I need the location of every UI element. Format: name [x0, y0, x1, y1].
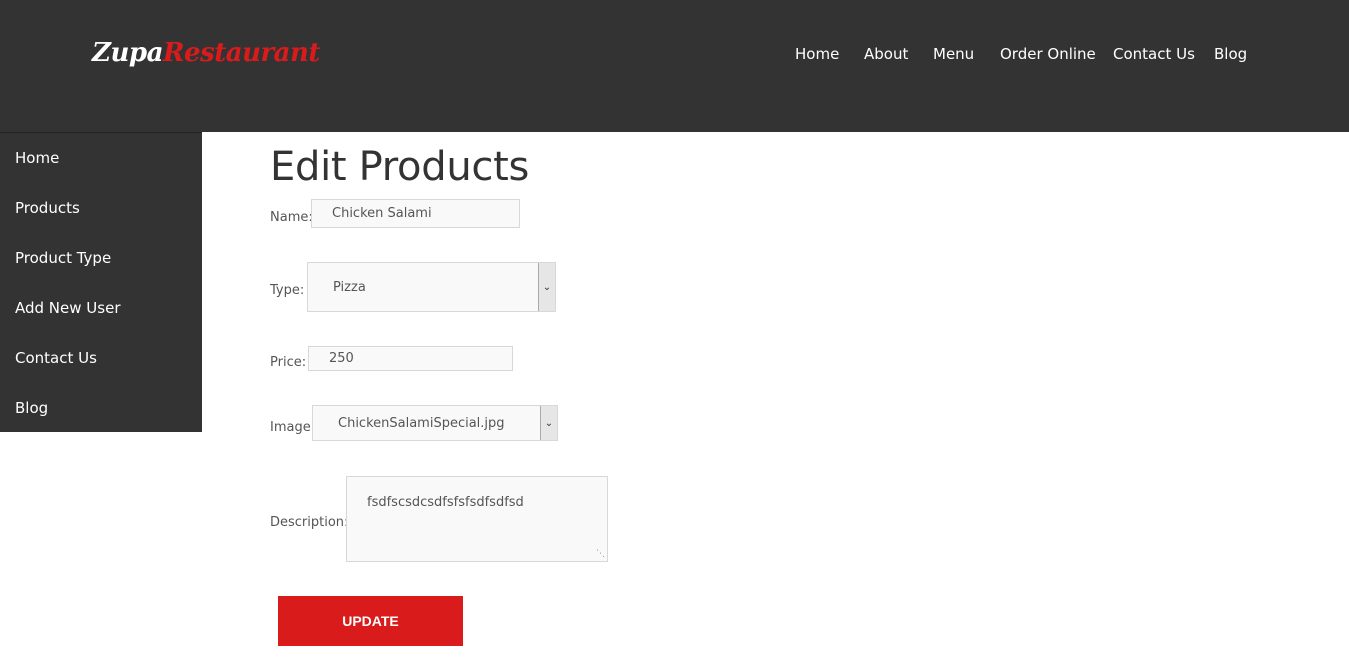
- header-bar: ZupaRestaurant Home About Menu Order Onl…: [0, 0, 1349, 132]
- resize-handle-icon[interactable]: ⋱: [596, 550, 605, 559]
- name-input-value: Chicken Salami: [332, 206, 432, 221]
- topnav-menu-link[interactable]: Menu: [933, 45, 974, 63]
- sidebar-item-add-new-user[interactable]: Add New User: [15, 299, 120, 317]
- sidebar-item-blog[interactable]: Blog: [15, 399, 48, 417]
- site-logo[interactable]: ZupaRestaurant: [92, 38, 320, 68]
- sidebar-item-contact-us[interactable]: Contact Us: [15, 349, 97, 367]
- chevron-down-icon[interactable]: ⌄: [540, 406, 557, 440]
- type-select-value: Pizza: [333, 279, 366, 295]
- topnav-order-online-link[interactable]: Order Online: [1000, 45, 1096, 63]
- sidebar-item-home[interactable]: Home: [15, 149, 59, 167]
- topnav-home-link[interactable]: Home: [795, 45, 839, 63]
- price-input-value: 250: [329, 351, 354, 366]
- name-label: Name:: [270, 210, 313, 225]
- sidebar-item-products[interactable]: Products: [15, 199, 80, 217]
- update-button[interactable]: UPDATE: [278, 596, 463, 646]
- topnav-about-link[interactable]: About: [864, 45, 908, 63]
- price-label: Price:: [270, 355, 307, 370]
- image-label: Image:: [270, 420, 316, 435]
- name-input[interactable]: Chicken Salami: [311, 199, 520, 228]
- price-input[interactable]: 250: [308, 346, 513, 371]
- description-textarea[interactable]: fsdfscsdcsdfsfsfsdfsdfsd ⋱: [346, 476, 608, 562]
- type-select[interactable]: Pizza ⌄: [307, 262, 556, 312]
- admin-sidebar: Home Products Product Type Add New User …: [0, 132, 202, 432]
- sidebar-item-product-type[interactable]: Product Type: [15, 249, 111, 267]
- logo-part-zupa: Zupa: [92, 38, 163, 68]
- image-select-value: ChickenSalamiSpecial.jpg: [338, 415, 505, 431]
- chevron-down-icon[interactable]: ⌄: [538, 263, 555, 311]
- page-title: Edit Products: [270, 144, 529, 190]
- topnav-contact-us-link[interactable]: Contact Us: [1113, 45, 1195, 63]
- logo-part-restaurant: Restaurant: [162, 38, 321, 68]
- type-label: Type:: [270, 283, 305, 298]
- image-select[interactable]: ChickenSalamiSpecial.jpg ⌄: [312, 405, 558, 441]
- topnav-blog-link[interactable]: Blog: [1214, 45, 1247, 63]
- description-textarea-value: fsdfscsdcsdfsfsfsdfsdfsd: [367, 495, 524, 510]
- description-label: Description:: [270, 515, 349, 530]
